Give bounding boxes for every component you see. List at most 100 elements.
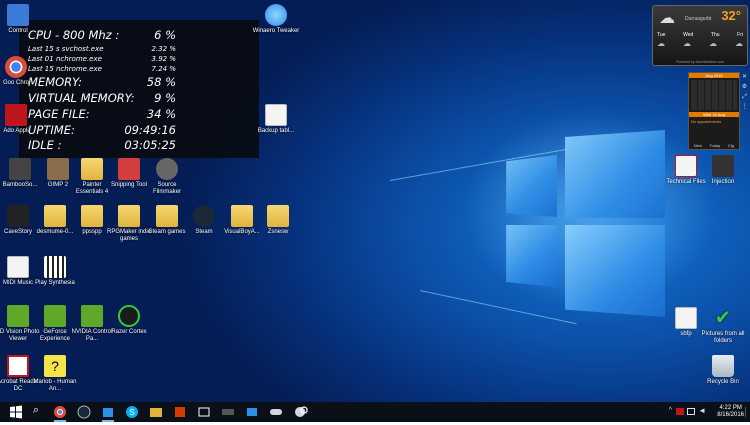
folder-icon [44,205,66,227]
options-icon[interactable]: ⚙ [741,84,748,91]
forecast-day: Fri [737,32,743,38]
desktop-icon-zsnesw[interactable]: Zsnesw [254,205,302,236]
start-icon[interactable] [8,404,24,420]
forecast-day: Thu [710,32,720,38]
calendar-note: No appointments [691,119,722,124]
control-panel-icon [7,4,29,26]
taskbar-clock[interactable]: 4:22 PM 8/16/2016 [717,405,744,419]
media-icon[interactable] [220,404,236,420]
icon-label: Play Synthesia [35,280,75,286]
idle-value: 03:05:25 [124,138,176,152]
windows-logo-pane-tr [565,130,665,218]
desktop-icon-mariob[interactable]: ? Mariob - Human An... [31,355,79,393]
idle-label: IDLE : [28,138,62,152]
file-explorer-icon[interactable] [148,404,164,420]
checkmark-icon: ✔ [714,307,732,329]
windows-store-icon[interactable] [100,404,116,422]
document-icon [675,307,697,329]
skype-icon[interactable]: S [124,404,140,420]
icon-label: Razer Cortex [111,329,147,335]
cloud-icon: ☁ [709,39,717,48]
gimp-icon [47,158,69,180]
cloud-icon: ☁ [657,39,665,48]
desktop-icon-pictures[interactable]: ✔ Pictures from all folders [699,307,747,345]
film-reel-icon [156,158,178,180]
desktop-icon-winaero[interactable]: Winaero Tweaker [252,4,300,35]
document-icon [7,256,29,278]
steam-icon[interactable] [76,404,92,420]
desktop-icon-chrome[interactable]: Goo Chro [0,56,40,87]
folder-icon [156,205,178,227]
razer-icon [118,305,140,327]
icon-label: Control [8,28,28,34]
calendar-tab-cfg[interactable]: Cfg [728,143,734,148]
cloud-icon: ☁ [659,10,675,27]
icon-label: Snipping Tool [111,182,147,188]
icon-label: Steam [195,229,213,235]
icon-label: BambooSo... [2,182,38,188]
icon-label: Source Filmmaker [153,182,181,195]
icon-label: Recycle Bin [707,379,739,385]
drag-handle-icon[interactable]: ⋮ [741,104,748,111]
notifications-icon[interactable] [745,407,750,417]
close-icon[interactable]: ✕ [741,74,748,81]
document-icon [265,104,287,126]
chrome-icon[interactable] [52,404,68,422]
gear-icon[interactable]: ⚙ [296,404,312,420]
folder-icon [81,205,103,227]
forecast-day: Wed [683,32,694,38]
page-file-value: 34 % [146,107,176,121]
bamboo-icon [9,158,31,180]
desktop-icon-adobe[interactable]: Ado Appli [0,104,40,135]
calendar-tab-new[interactable]: New [694,143,702,148]
calendar-gadget[interactable]: Aug 2016 Wed 10 Aug No appointments New … [688,72,740,150]
photos-icon[interactable] [196,404,212,420]
weather-location: Durrasgurbt [685,16,712,22]
windows-logo-pane-tl [506,155,557,217]
chrome-icon [5,56,27,78]
desktop-icon-recycle-bin[interactable]: Recycle Bin [699,355,747,386]
weather-gadget[interactable]: ☁ Durrasgurbt 32° Tue Wed Thu Fri ☁ ☁ ☁ … [652,5,748,66]
desktop-icon-source-filmmaker[interactable]: Source Filmmaker [143,158,191,196]
icon-label: GIMP 2 [47,182,69,188]
system-monitor-gadget: CPU - 800 Mhz : 6 % Last 15 s svchost.ex… [19,20,259,158]
folder-icon [81,158,103,180]
game-icon[interactable] [244,404,260,420]
document-icon [675,155,697,177]
desktop-icon-backup[interactable]: Backup tabl... [252,104,300,135]
tray-chevron-icon[interactable]: ^ [669,407,672,414]
uptime-value: 09:49:16 [124,123,176,137]
desktop-icon-control-panel[interactable]: Control [0,4,42,35]
help-icon: ? [44,355,66,377]
weather-footer: Powered by AccuWeather.com [676,60,724,64]
scissors-icon [118,158,140,180]
nvidia-icon [7,305,29,327]
process-value: 2.32 % [151,45,176,53]
icon-label: MIDI Music [3,280,33,286]
forecast-day: Tue [657,32,666,38]
icon-label: Backup tabl... [257,128,295,134]
icon-label: CaveStory [3,229,32,235]
light-beam [419,290,577,325]
folder-icon [231,205,253,227]
recycle-bin-icon [712,355,734,377]
calendar-tab-today[interactable]: Today [710,143,721,148]
tray-app-icon[interactable] [676,408,684,415]
icon-label: Winaero Tweaker [252,28,300,34]
remote-icon[interactable] [268,404,284,420]
piano-icon [44,256,66,278]
network-icon[interactable] [687,408,695,415]
folder-icon [267,205,289,227]
folder-icon [118,205,140,227]
icon-label: Ado Appli [3,128,29,134]
search-icon[interactable]: ⌕ [28,404,44,420]
desktop-icon-synthesia[interactable]: Play Synthesia [31,256,79,287]
icon-label: ppsspp [82,229,102,235]
office-icon[interactable] [172,404,188,420]
windows-logo-pane-bl [506,225,557,287]
desktop-icon-injection[interactable]: Injection [699,155,747,186]
desktop-icon-razer-cortex[interactable]: Razer Cortex [105,305,153,336]
nvidia-icon [81,305,103,327]
expand-icon[interactable]: ⤢ [741,94,748,101]
volume-icon[interactable]: ◄ [698,406,706,415]
